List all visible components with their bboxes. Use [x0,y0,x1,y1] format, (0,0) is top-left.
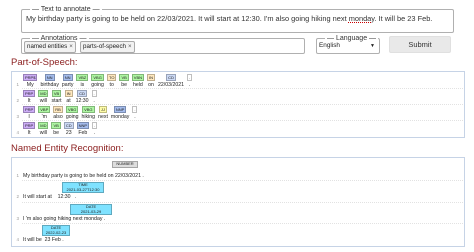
pos-tag: VB [119,74,129,81]
line-number: 2 [16,98,19,103]
language-field: — Language — English ▼ [316,33,380,54]
pos-tag: CD [166,74,176,81]
pos-tag: VBP [38,106,51,113]
pos-tag: MD [38,122,49,129]
ner-section-title: Named Entity Recognition: [11,143,124,154]
pos-tag: PRP$ [23,74,38,81]
pos-tag: VBG [82,106,95,113]
pos-visualization: 1 PRP$ My NN birthday NN party VBZ is VBG going TO t… [11,71,465,138]
text-value-c: . It will be 23 Feb. [374,14,433,23]
row-divider [22,223,463,224]
pos-tag: MD [38,90,49,97]
pos-token: be [53,130,60,136]
row-divider [22,88,463,89]
pos-tag: NN [62,74,73,81]
chip-label: named entities [27,43,68,50]
line-number: 3 [16,216,19,221]
annotation-chip-parts-of-speech[interactable]: parts-of-speech × [80,41,135,53]
pos-tag: JJ [98,106,107,113]
pos-tag: CD [77,90,87,97]
pos-tag: VB [51,90,62,97]
annotations-field[interactable]: — Annotations — named entities × parts-of… [21,33,305,54]
pos-tag: CD [63,122,74,129]
pos-tag: . [186,74,193,81]
pos-tag: NNP [113,106,127,113]
language-select[interactable]: English ▼ [319,41,377,51]
row-divider [22,104,463,105]
entity-label: TIME 2021-03-27T12:30 [62,182,104,193]
text-to-annotate-field[interactable]: — Text to annotate — My birthday party i… [21,4,454,33]
line-number: 1 [16,82,19,87]
pos-token: . [93,130,96,136]
row-divider [22,120,463,121]
text-value-misspelled: monday [348,14,375,23]
entity-normalized-value: 2021-03-29 [80,208,102,214]
pos-tag: VB [51,122,61,129]
pos-section-title: Part-of-Speech: [11,57,78,68]
line-number: 2 [16,194,19,199]
ner-sentence: It will start at 12:30 . [23,194,77,200]
annotation-chip-named-entities[interactable]: named entities × [24,41,76,53]
entity-normalized-value: 2021-03-27T12:30 [66,186,100,192]
pos-tag: VBZ [76,74,89,81]
line-number: 4 [16,237,19,242]
language-value: English [319,42,340,49]
pos-tag: PRP [23,90,36,97]
ner-sentence: It will be 23 Feb . [23,237,64,243]
entity-type: NUMBER [116,161,134,166]
entity-normalized-value: 2022-02-23 [45,229,67,235]
submit-button[interactable]: Submit [389,36,451,53]
entity-label: DATE 2022-02-23 [42,225,70,236]
pos-tag: . [92,122,98,129]
chevron-down-icon: ▼ [370,43,375,49]
line-number: 3 [16,114,19,119]
pos-tag: VBN [131,74,145,81]
entity-label: DATE 2021-03-29 [70,204,112,215]
pos-tag: RB [53,106,63,113]
pos-tag: PRP [23,106,36,113]
ner-sentence: My birthday party is going to be held on… [23,173,144,179]
pos-tag: IN [147,74,156,81]
pos-tag: PRP [23,122,36,129]
remove-chip-icon[interactable]: × [128,43,132,50]
pos-tag: VBG [65,106,79,113]
pos-tag: VBG [91,74,104,81]
row-divider [22,180,463,181]
pos-tag: NNP [76,122,90,129]
pos-tag: IN [64,90,73,97]
text-value-a: My birthday party is going to be held on… [26,14,349,23]
ner-visualization: NUMBER 1 My birthday party is going to be … [11,157,465,247]
pos-token: Feb [78,130,88,136]
pos-tag: NN [44,74,55,81]
ner-sentence: I 'm also going hiking next monday . [23,216,106,222]
chip-label: parts-of-speech [83,43,126,50]
remove-chip-icon[interactable]: × [69,43,73,50]
line-number: 4 [16,130,19,135]
pos-tag: . [91,90,97,97]
entity-label: NUMBER [112,161,138,168]
pos-token: It [27,130,31,136]
row-divider [22,202,463,203]
pos-tag: TO [106,74,117,81]
text-input[interactable]: My birthday party is going to be held on… [26,14,432,23]
pos-token: 23 [65,130,72,136]
pos-token: will [39,130,47,136]
line-number: 1 [16,173,19,178]
pos-tag: . [132,106,138,113]
